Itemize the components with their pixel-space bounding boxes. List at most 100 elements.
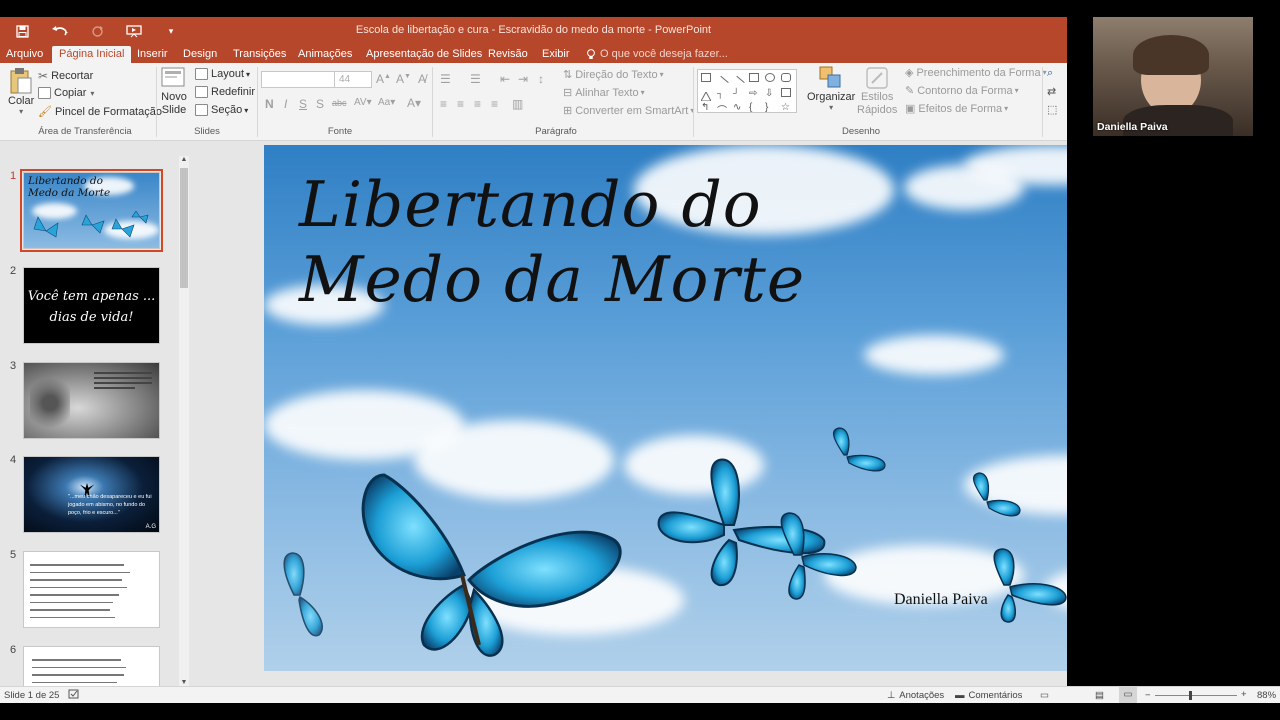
underline-icon[interactable]: S <box>299 97 307 111</box>
thumbnail-slide-6[interactable] <box>23 646 160 686</box>
justify-icon[interactable]: ≡ <box>491 97 498 111</box>
notes-button[interactable]: ⊥ Anotações <box>887 690 944 701</box>
thumb-text-lines <box>32 653 150 686</box>
bold-icon[interactable]: N <box>265 97 274 111</box>
brace-left-shape-icon[interactable]: { <box>749 102 759 113</box>
tab-design[interactable]: Design <box>183 45 217 63</box>
oval-shape-icon[interactable] <box>765 73 775 82</box>
zoom-slider[interactable] <box>1155 691 1237 700</box>
thumbnail-scrollbar[interactable]: ▲ ▼ <box>179 156 189 686</box>
slideshow-view-icon[interactable]: ▭ <box>1119 687 1137 703</box>
tab-arquivo[interactable]: Arquivo <box>6 45 43 63</box>
text-direction-label: Direção do Texto <box>575 68 658 81</box>
elbow-connector-icon[interactable]: ┐ <box>717 88 727 98</box>
current-slide[interactable]: Libertando do Medo da Morte Daniella Pai… <box>264 145 1067 671</box>
paste-button[interactable]: Colar ▾ <box>8 67 34 116</box>
font-name-field[interactable] <box>261 71 335 88</box>
spell-check-icon[interactable] <box>68 689 80 703</box>
shadow-icon[interactable]: S <box>316 97 324 111</box>
comments-button[interactable]: ▬ Comentários <box>955 690 1022 701</box>
textbox-shape-icon[interactable] <box>701 73 711 82</box>
layout-button[interactable]: Layout ▾ <box>195 68 250 80</box>
align-center-icon[interactable]: ≡ <box>457 97 464 111</box>
change-case-icon[interactable]: Aa▾ <box>378 97 395 108</box>
zoom-out-icon[interactable]: − <box>1145 690 1151 701</box>
line-spacing-icon[interactable]: ↕ <box>538 72 544 86</box>
numbering-icon[interactable]: ☰ <box>470 72 481 86</box>
thumbnail-scroll-thumb[interactable] <box>180 168 188 288</box>
smartart-button[interactable]: ⊞ Converter em SmartArt ▾ <box>563 104 694 118</box>
tab-inserir[interactable]: Inserir <box>137 45 168 63</box>
bullets-icon[interactable]: ☰ <box>440 72 451 86</box>
grow-font-icon[interactable]: A▲ <box>376 72 391 86</box>
new-slide-button[interactable]: Novo Slide <box>161 67 187 117</box>
rectangle-shape-icon[interactable] <box>749 73 759 82</box>
arrange-button[interactable]: Organizar ▾ <box>807 65 855 112</box>
thumbnail-slide-1[interactable]: Libertando do Medo da Morte <box>20 169 163 252</box>
tab-revisao[interactable]: Revisão <box>488 45 528 63</box>
font-size-value: 44 <box>339 74 351 85</box>
cut-button[interactable]: ✂ Recortar <box>38 69 93 83</box>
columns-icon[interactable]: ▥ <box>512 97 523 111</box>
scroll-down-icon[interactable]: ▼ <box>179 679 189 686</box>
powerpoint-window: ▾ Escola de libertação e cura - Escravid… <box>0 17 1067 703</box>
curve-shape-icon[interactable]: ↰ <box>701 102 711 113</box>
arc-shape-icon[interactable]: ⌒ <box>717 102 727 117</box>
clear-formatting-icon[interactable]: A̸ <box>418 72 426 86</box>
zoom-slider-thumb[interactable] <box>1189 691 1192 700</box>
elbow-arrow-icon[interactable]: ┘ <box>733 88 743 98</box>
text-direction-button[interactable]: ⇅ Direção do Texto ▾ <box>563 68 664 82</box>
tab-apresentacao[interactable]: Apresentação de Slides <box>366 45 482 63</box>
zoom-level[interactable]: 88% <box>1257 690 1276 701</box>
align-right-icon[interactable]: ≡ <box>474 97 481 111</box>
callout-shape-icon[interactable] <box>781 88 791 97</box>
thumb-text-lines <box>30 558 148 624</box>
tab-pagina-inicial[interactable]: Página Inicial <box>52 46 132 63</box>
font-color-icon[interactable]: A▾ <box>407 96 421 110</box>
arrange-label: Organizar <box>807 91 856 103</box>
align-text-button[interactable]: ⊟ Alinhar Texto ▾ <box>563 86 645 100</box>
decrease-indent-icon[interactable]: ⇤ <box>500 72 510 86</box>
star-shape-icon[interactable]: ☆ <box>781 102 791 113</box>
down-arrow-shape-icon[interactable]: ⇩ <box>765 88 775 99</box>
char-spacing-icon[interactable]: AV▾ <box>354 97 372 108</box>
tell-me-box[interactable]: O que você deseja fazer... <box>586 45 728 63</box>
copy-button[interactable]: Copiar ▾ <box>38 87 94 99</box>
tab-exibir[interactable]: Exibir <box>542 45 570 63</box>
thumbnail-slide-2[interactable]: Você tem apenas ... dias de vida! <box>23 267 160 344</box>
replace-icon[interactable]: ⇄ <box>1047 85 1056 98</box>
normal-view-icon[interactable]: ▭ <box>1040 690 1049 701</box>
thumbnail-slide-5[interactable] <box>23 551 160 628</box>
align-left-icon[interactable]: ≡ <box>440 97 447 111</box>
increase-indent-icon[interactable]: ⇥ <box>518 72 528 86</box>
right-arrow-shape-icon[interactable]: ⇨ <box>749 88 759 99</box>
font-size-field[interactable]: 44 <box>334 71 372 88</box>
shrink-font-icon[interactable]: A▼ <box>396 72 411 86</box>
tab-transicoes[interactable]: Transições <box>233 45 286 63</box>
slide-title[interactable]: Libertando do Medo da Morte <box>299 167 805 317</box>
shape-outline-button[interactable]: ✎ Contorno da Forma ▾ <box>905 84 1019 98</box>
slide-subtitle[interactable]: Daniella Paiva <box>894 591 988 609</box>
format-painter-button[interactable]: 🖌 Pincel de Formatação <box>38 105 162 119</box>
brace-right-shape-icon[interactable]: } <box>765 102 775 113</box>
scroll-up-icon[interactable]: ▲ <box>179 156 189 163</box>
section-button[interactable]: Seção ▾ <box>195 104 248 116</box>
select-icon[interactable]: ⬚ <box>1047 103 1057 116</box>
rounded-rect-shape-icon[interactable] <box>781 73 791 82</box>
shape-effects-button[interactable]: ▣ Efeitos de Forma ▾ <box>905 102 1008 116</box>
section-label: Seção <box>211 104 243 116</box>
strikethrough-icon[interactable]: abc <box>332 98 347 108</box>
thumbnail-slide-3[interactable] <box>23 362 160 439</box>
shapes-gallery[interactable]: ┐ ┘ ⇨ ⇩ ↰ ⌒ ∿ { } ☆ <box>697 69 797 117</box>
quick-styles-button[interactable]: Estilos Rápidos <box>857 65 897 117</box>
zoom-in-icon[interactable]: + <box>1241 689 1247 700</box>
reset-button[interactable]: Redefinir <box>195 86 255 98</box>
triangle-shape-icon[interactable] <box>700 88 712 102</box>
shape-fill-button[interactable]: ◈ Preenchimento da Forma ▾ <box>905 66 1047 80</box>
tab-animacoes[interactable]: Animações <box>298 45 352 63</box>
italic-icon[interactable]: I <box>284 97 287 111</box>
reading-view-icon[interactable]: ▤ <box>1095 690 1104 701</box>
freeform-shape-icon[interactable]: ∿ <box>733 102 743 113</box>
find-icon[interactable]: ⌕ <box>1047 67 1053 80</box>
thumbnail-slide-4[interactable]: "...meu chão desapareceu e eu fui jogado… <box>23 456 160 533</box>
